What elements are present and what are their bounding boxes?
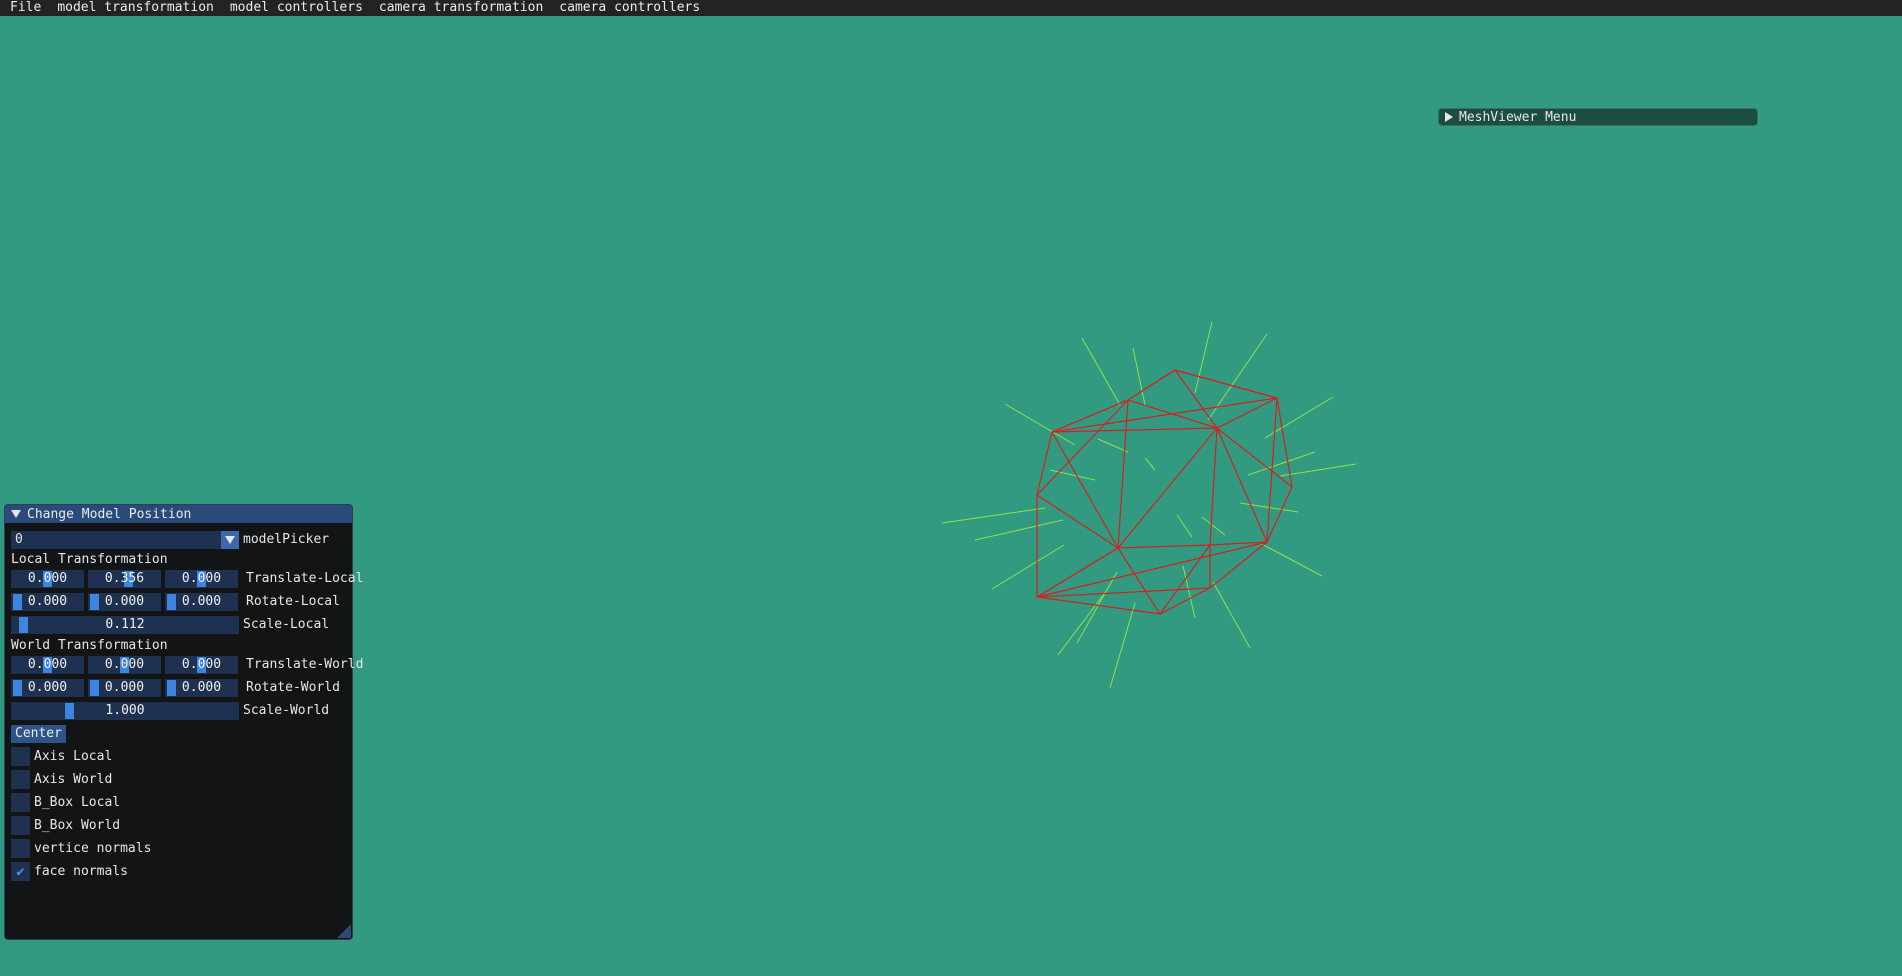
checkmark-icon: ✔ (16, 863, 25, 880)
menu-file[interactable]: File (0, 0, 49, 16)
rotate-local-y-slider[interactable]: 0.000 (88, 592, 161, 611)
world-heading-row: World Transformation (11, 636, 168, 655)
panel-titlebar[interactable]: Change Model Position (5, 505, 352, 523)
expand-arrow-icon[interactable] (1445, 112, 1453, 122)
rotate-world-label: Rotate-World (246, 680, 340, 695)
axis-local-label: Axis Local (34, 749, 113, 764)
dropdown-arrow-icon[interactable] (221, 530, 239, 549)
checkbox-axis-world-row[interactable]: Axis World (11, 770, 112, 789)
checkbox-axis-local-row[interactable]: Axis Local (11, 747, 112, 766)
translate-world-row: 0.000 0.000 0.000 Translate-World (11, 655, 363, 674)
bbox-local-checkbox[interactable] (11, 793, 30, 812)
rotate-world-row: 0.000 0.000 0.000 Rotate-World (11, 678, 340, 697)
translate-local-y-slider[interactable]: 0.356 (88, 569, 161, 588)
bbox-world-checkbox[interactable] (11, 816, 30, 835)
checkbox-bbox-local-row[interactable]: B_Box Local (11, 793, 120, 812)
menu-camera-transformation[interactable]: camera transformation (371, 0, 551, 16)
checkbox-face-normals-row[interactable]: ✔ face normals (11, 862, 128, 881)
scale-world-slider[interactable]: 1.000 (11, 701, 239, 720)
rotate-local-label: Rotate-Local (246, 594, 340, 609)
rotate-world-x-slider[interactable]: 0.000 (11, 678, 84, 697)
menu-camera-controllers[interactable]: camera controllers (551, 0, 708, 16)
scale-world-label: Scale-World (243, 703, 330, 718)
model-picker-combo[interactable]: 0 (11, 530, 239, 549)
scale-local-label: Scale-Local (243, 617, 330, 632)
meshviewer-menu-title: MeshViewer Menu (1459, 109, 1577, 125)
resize-grip-icon[interactable] (337, 924, 351, 938)
vertice-normals-checkbox[interactable] (11, 839, 30, 858)
rotate-local-z-slider[interactable]: 0.000 (165, 592, 238, 611)
meshviewer-menu-window[interactable]: MeshViewer Menu (1438, 108, 1758, 126)
rotate-world-y-slider[interactable]: 0.000 (88, 678, 161, 697)
bbox-local-label: B_Box Local (34, 795, 121, 810)
scale-local-row: 0.112 Scale-Local (11, 615, 329, 634)
translate-world-label: Translate-World (246, 657, 364, 672)
bbox-world-label: B_Box World (34, 818, 121, 833)
checkbox-vertice-normals-row[interactable]: vertice normals (11, 839, 151, 858)
axis-world-label: Axis World (34, 772, 113, 787)
menu-model-transformation[interactable]: model transformation (49, 0, 222, 16)
scale-local-slider[interactable]: 0.112 (11, 615, 239, 634)
world-transformation-heading: World Transformation (11, 638, 168, 653)
translate-world-z-slider[interactable]: 0.000 (165, 655, 238, 674)
local-heading-row: Local Transformation (11, 550, 168, 569)
model-picker-value: 0 (15, 532, 23, 547)
axis-local-checkbox[interactable] (11, 747, 30, 766)
change-model-position-panel: Change Model Position 0 modelPicker Loca… (4, 504, 363, 940)
local-transformation-heading: Local Transformation (11, 552, 168, 567)
translate-local-row: 0.000 0.356 0.000 Translate-Local (11, 569, 363, 588)
center-row: Center (11, 724, 66, 743)
translate-local-label: Translate-Local (246, 571, 364, 586)
axis-world-checkbox[interactable] (11, 770, 30, 789)
translate-local-z-slider[interactable]: 0.000 (165, 569, 238, 588)
model-picker-label: modelPicker (243, 532, 330, 547)
menu-model-controllers[interactable]: model controllers (222, 0, 371, 16)
vertice-normals-label: vertice normals (34, 841, 152, 856)
rotate-local-x-slider[interactable]: 0.000 (11, 592, 84, 611)
face-normals (941, 321, 1357, 689)
translate-local-x-slider[interactable]: 0.000 (11, 569, 84, 588)
mesh-wireframe (1036, 369, 1293, 615)
panel-title: Change Model Position (27, 506, 192, 522)
rotate-local-row: 0.000 0.000 0.000 Rotate-Local (11, 592, 340, 611)
face-normals-checkbox[interactable]: ✔ (11, 862, 30, 881)
face-normals-label: face normals (34, 864, 128, 879)
collapse-arrow-icon[interactable] (11, 510, 21, 518)
main-menubar: File model transformation model controll… (0, 0, 1902, 16)
scale-world-row: 1.000 Scale-World (11, 701, 329, 720)
translate-world-y-slider[interactable]: 0.000 (88, 655, 161, 674)
center-button[interactable]: Center (11, 724, 66, 743)
translate-world-x-slider[interactable]: 0.000 (11, 655, 84, 674)
rotate-world-z-slider[interactable]: 0.000 (165, 678, 238, 697)
model-picker-row: 0 modelPicker (11, 530, 329, 549)
checkbox-bbox-world-row[interactable]: B_Box World (11, 816, 120, 835)
